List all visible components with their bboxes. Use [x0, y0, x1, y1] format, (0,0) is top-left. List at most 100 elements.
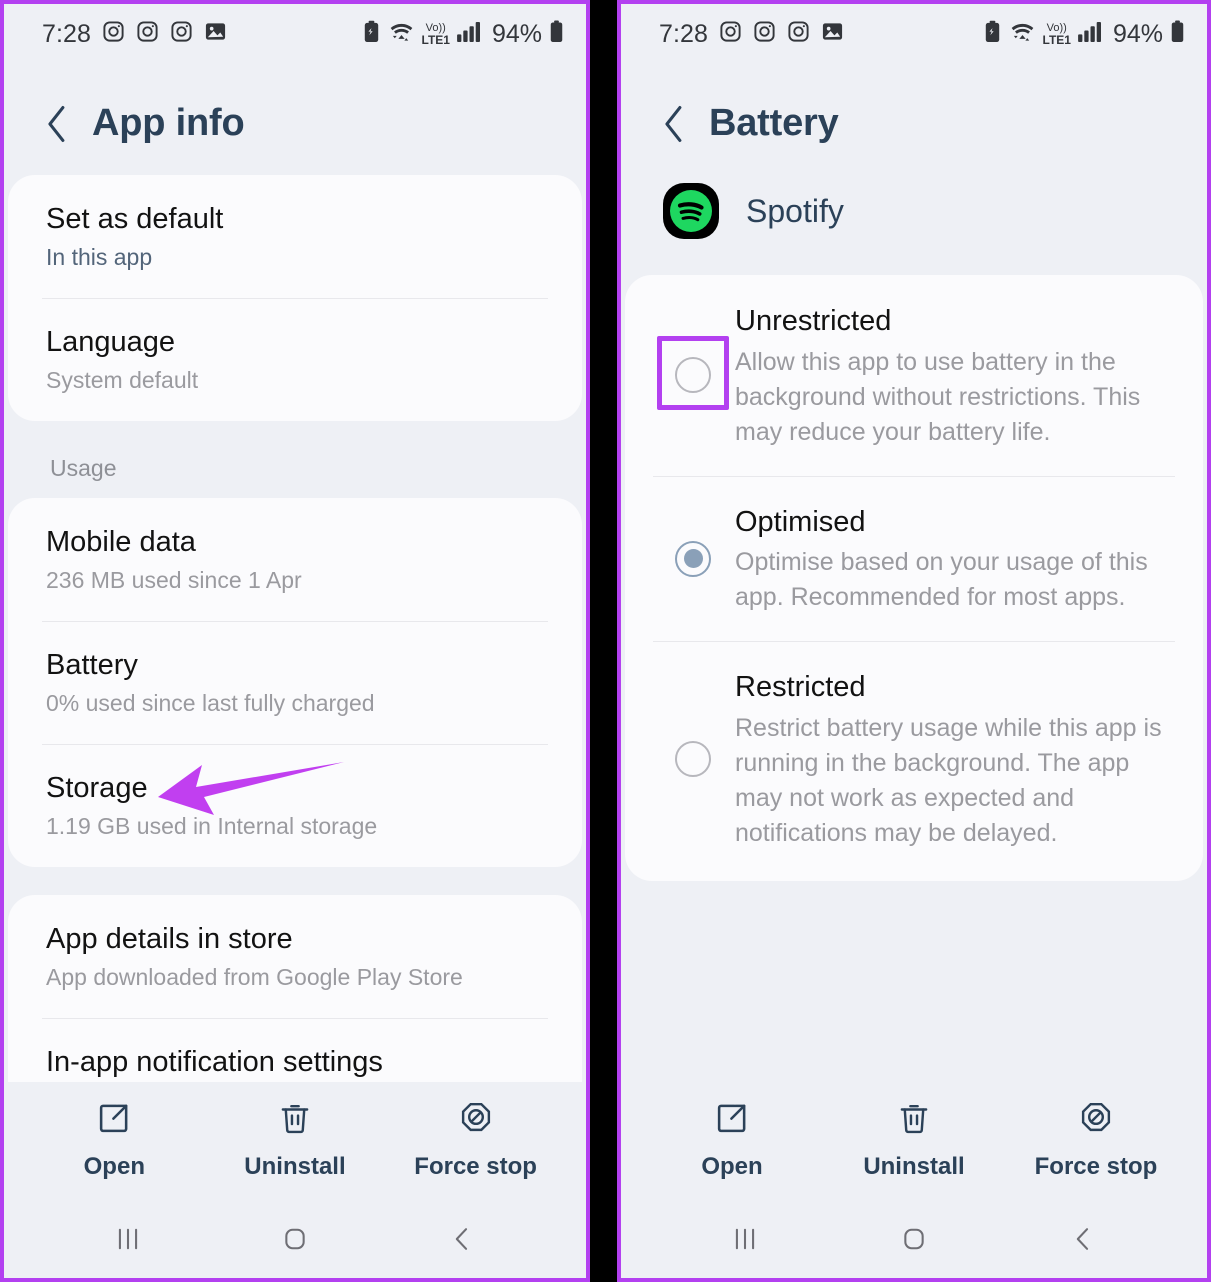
battery-icon: [549, 20, 564, 48]
radio-wrap-optimised[interactable]: [651, 522, 735, 596]
status-bar-left-group: 7:28: [659, 20, 844, 49]
status-bar-left-group: 7:28: [42, 20, 227, 49]
nav-back-button[interactable]: [379, 1224, 545, 1254]
nav-home-button[interactable]: [212, 1224, 378, 1254]
wifi-icon: [1009, 20, 1036, 48]
option-description: Restrict battery usage while this app is…: [735, 714, 1162, 848]
radio-restricted[interactable]: [675, 741, 711, 778]
signal-icon: [457, 21, 482, 47]
row-title: Battery: [46, 649, 138, 681]
signal-icon: [1078, 21, 1103, 47]
open-button[interactable]: Open: [25, 1101, 204, 1181]
instagram-icon: [787, 20, 810, 48]
force-stop-button[interactable]: Force stop: [1006, 1101, 1186, 1181]
left-phone-panel: 7:28 Vo)) LTE1 94% App info Set as defau…: [0, 0, 590, 1282]
row-title: App details in store: [46, 923, 293, 955]
status-bar-right-group: Vo)) LTE1 94%: [362, 20, 565, 49]
back-chevron-icon[interactable]: [44, 104, 70, 144]
nav-recents-button[interactable]: [45, 1224, 211, 1254]
row-title: Set as default: [46, 203, 224, 235]
force-stop-label: Force stop: [1034, 1153, 1158, 1180]
uninstall-label: Uninstall: [863, 1153, 965, 1180]
row-set-as-default[interactable]: Set as default In this app: [8, 175, 582, 298]
row-subtitle: App downloaded from Google Play Store: [46, 964, 463, 991]
option-title: Optimised: [735, 505, 866, 538]
force-stop-button[interactable]: Force stop: [386, 1101, 565, 1181]
trash-icon: [897, 1101, 931, 1140]
uninstall-button[interactable]: Uninstall: [824, 1101, 1004, 1181]
card-usage: Mobile data 236 MB used since 1 Apr Batt…: [8, 498, 582, 867]
instagram-icon: [102, 20, 125, 48]
instagram-icon: [170, 20, 193, 48]
option-description: Optimise based on your usage of this app…: [735, 548, 1148, 612]
external-link-icon: [715, 1101, 749, 1140]
radio-wrap-unrestricted[interactable]: [651, 336, 735, 412]
open-label: Open: [83, 1153, 145, 1180]
volte-icon: Vo)) LTE1: [422, 21, 450, 46]
option-text-restricted: Restricted Restrict battery usage while …: [735, 667, 1169, 851]
option-unrestricted[interactable]: Unrestricted Allow this app to use batte…: [625, 275, 1203, 476]
trash-icon: [278, 1101, 312, 1140]
battery-saver-icon: [983, 20, 1002, 48]
volte-top-label: Vo)): [1046, 21, 1067, 34]
option-title: Unrestricted: [735, 305, 892, 337]
instagram-icon: [136, 20, 159, 48]
nav-recents-button[interactable]: [662, 1224, 829, 1254]
photos-icon: [821, 20, 844, 48]
force-stop-label: Force stop: [414, 1153, 537, 1180]
spotify-icon: [661, 181, 721, 241]
battery-options-scroll-area[interactable]: Unrestricted Allow this app to use batte…: [621, 275, 1207, 1082]
row-mobile-data[interactable]: Mobile data 236 MB used since 1 Apr: [8, 498, 582, 621]
radio-optimised[interactable]: [675, 540, 711, 577]
status-time: 7:28: [659, 19, 709, 48]
row-title: Language: [46, 326, 176, 358]
nav-home-button[interactable]: [831, 1224, 998, 1254]
volte-top-label: Vo)): [425, 21, 446, 34]
section-label-usage: Usage: [50, 455, 117, 481]
option-optimised[interactable]: Optimised Optimise based on your usage o…: [625, 475, 1203, 642]
nav-bar-right: [621, 1200, 1207, 1278]
row-title: In-app notification settings: [46, 1046, 383, 1078]
app-name: Spotify: [746, 192, 844, 229]
battery-percent: 94%: [491, 19, 542, 48]
row-subtitle: In this app: [46, 244, 153, 271]
radio-wrap-restricted[interactable]: [651, 722, 735, 796]
row-language[interactable]: Language System default: [8, 298, 582, 421]
network-label: LTE1: [1042, 32, 1071, 47]
right-phone-panel: 7:28 Vo)) LTE1 94% Battery Spotify Unres…: [617, 0, 1211, 1282]
option-restricted[interactable]: Restricted Restrict battery usage while …: [625, 641, 1203, 881]
card-store: App details in store App downloaded from…: [8, 895, 582, 1082]
back-chevron-icon[interactable]: [661, 104, 687, 144]
instagram-icon: [719, 20, 742, 48]
row-in-app-notification-settings[interactable]: In-app notification settings: [8, 1018, 582, 1082]
wifi-icon: [388, 20, 415, 48]
app-identity-row: Spotify: [621, 175, 1207, 275]
battery-percent: 94%: [1112, 19, 1163, 48]
row-subtitle: System default: [46, 367, 199, 394]
status-bar-left: 7:28 Vo)) LTE1 94%: [4, 4, 586, 64]
row-subtitle: 1.19 GB used in Internal storage: [46, 813, 378, 840]
row-battery[interactable]: Battery 0% used since last fully charged: [8, 621, 582, 744]
open-button[interactable]: Open: [642, 1101, 822, 1181]
row-title: Storage: [46, 772, 148, 804]
card-battery-options: Unrestricted Allow this app to use batte…: [625, 275, 1203, 882]
action-bar-left: Open Uninstall Force stop: [4, 1082, 586, 1200]
uninstall-button[interactable]: Uninstall: [206, 1101, 385, 1181]
page-header-left: App info: [4, 64, 586, 175]
settings-scroll-area-left[interactable]: Set as default In this app Language Syst…: [4, 175, 586, 1082]
nav-bar-left: [4, 1200, 586, 1278]
nav-back-button[interactable]: [999, 1224, 1166, 1254]
card-defaults: Set as default In this app Language Syst…: [8, 175, 582, 421]
option-text-optimised: Optimised Optimise based on your usage o…: [735, 502, 1169, 616]
open-label: Open: [701, 1153, 763, 1180]
page-header-right: Battery: [621, 64, 1207, 175]
action-bar-right: Open Uninstall Force stop: [621, 1082, 1207, 1200]
battery-saver-icon: [362, 20, 381, 48]
battery-icon: [1170, 20, 1185, 48]
row-app-details-in-store[interactable]: App details in store App downloaded from…: [8, 895, 582, 1018]
instagram-icon: [753, 20, 776, 48]
row-storage[interactable]: Storage 1.19 GB used in Internal storage: [8, 744, 582, 867]
uninstall-label: Uninstall: [244, 1153, 346, 1180]
status-bar-right-group: Vo)) LTE1 94%: [983, 20, 1186, 49]
status-bar-right: 7:28 Vo)) LTE1 94%: [621, 4, 1207, 64]
